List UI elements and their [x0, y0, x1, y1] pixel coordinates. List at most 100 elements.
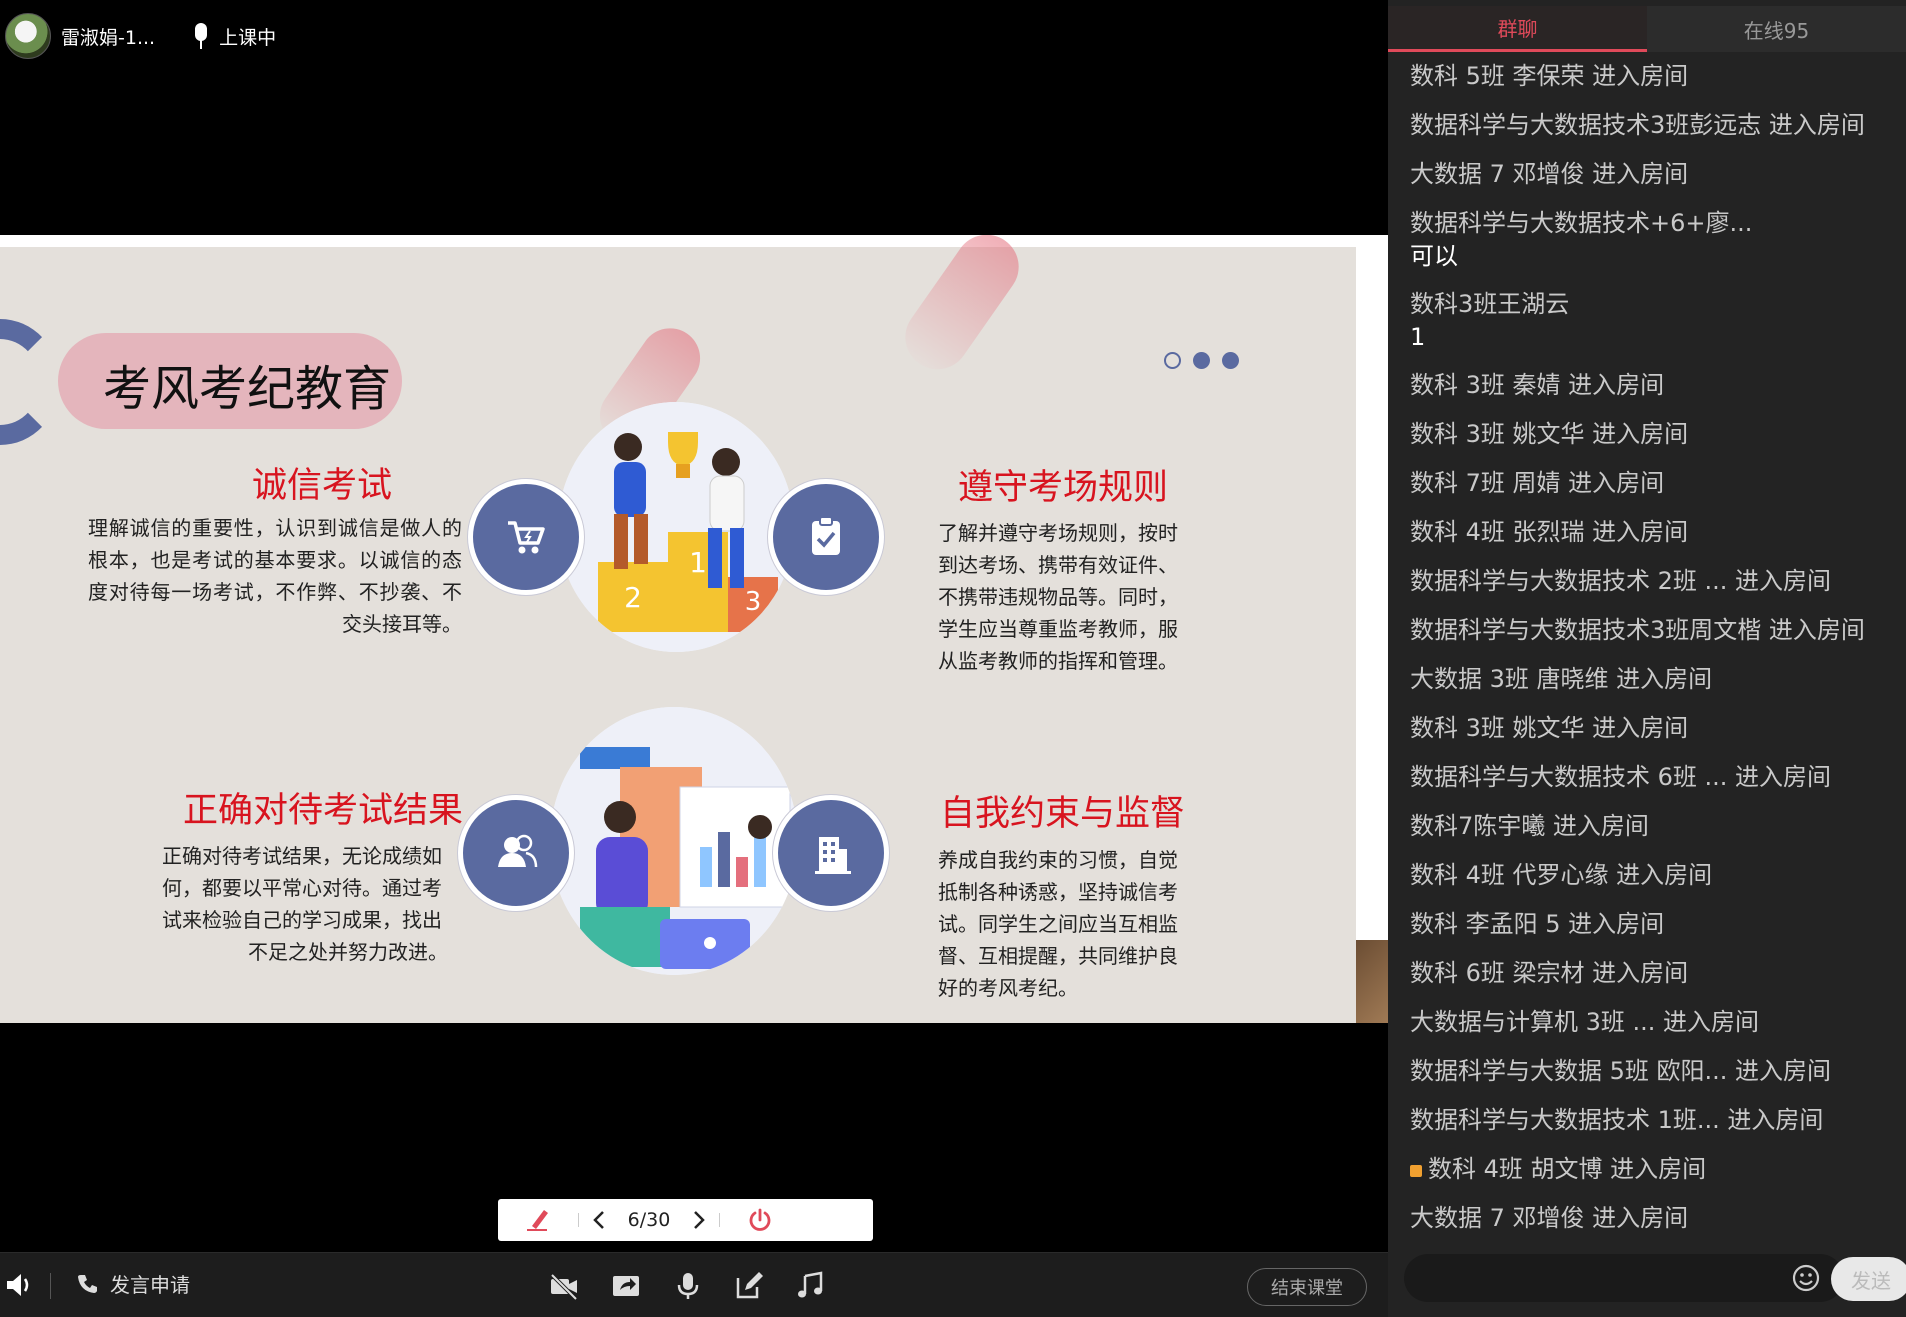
chat-input-row: 发送	[1388, 1250, 1906, 1317]
chat-message: 数科 7班 周婧 进入房间	[1388, 459, 1906, 508]
chat-message: 数科3班王湖云 1	[1388, 280, 1906, 353]
screen-share-icon[interactable]	[610, 1270, 642, 1302]
chat-message: 数据科学与大数据技术3班彭远志 进入房间	[1388, 101, 1906, 150]
chat-message-text: 数科 3班 姚文华 进入房间	[1410, 714, 1689, 742]
chat-message-text: 数科 3班 秦婧 进入房间	[1410, 371, 1665, 399]
chat-message-content: 1	[1410, 323, 1426, 351]
chat-message-text: 数科 5班 李保荣 进入房间	[1410, 62, 1689, 90]
chat-message: 大数据 7 邓增俊 进入房间	[1388, 1194, 1906, 1237]
slide-edge-decoration	[1356, 940, 1388, 1023]
chat-message: 数据科学与大数据 5班 欧阳... 进入房间	[1388, 1047, 1906, 1096]
chat-message-text: 大数据 7 邓增俊 进入房间	[1410, 160, 1689, 188]
title-ring-decoration	[0, 319, 60, 445]
section-body-self-discipline: 养成自我约束的习惯，自觉抵制各种诱惑，坚持诚信考试。同学生之间应当互相监督、互相…	[938, 848, 1178, 1000]
chat-message: 数科 6班 梁宗材 进入房间	[1388, 949, 1906, 998]
chat-message-text: 数据科学与大数据技术3班周文楷 进入房间	[1410, 616, 1865, 644]
divider	[50, 1273, 51, 1299]
microphone-icon	[191, 21, 211, 51]
chat-message: 数科 4班 胡文博 进入房间	[1388, 1145, 1906, 1194]
chat-message-content: 可以	[1410, 242, 1458, 270]
chat-message-text: 数科 7班 周婧 进入房间	[1410, 469, 1665, 497]
building-icon	[773, 795, 889, 911]
camera-off-icon[interactable]	[548, 1270, 580, 1302]
microphone-toggle-icon[interactable]	[672, 1270, 704, 1302]
chat-message: 数据科学与大数据技术3班周文楷 进入房间	[1388, 606, 1906, 655]
chat-message-text: 大数据 7 邓增俊 进入房间	[1410, 1204, 1689, 1232]
chat-message: 大数据 7 邓增俊 进入房间	[1388, 150, 1906, 199]
section-body-integrity: 理解诚信的重要性，认识到诚信是做人的根本，也是考试的基本要求。以诚信的态度对待每…	[88, 516, 462, 636]
chat-tabs: 群聊 在线95	[1388, 6, 1906, 52]
classroom-stage: 雷淑娟-1... 上课中 考风考纪教育 诚信考试 理解诚信的重要性，认识到诚信是…	[0, 0, 1388, 1317]
tab-online[interactable]: 在线95	[1647, 6, 1906, 52]
chat-message-text: 大数据 3班 唐晓维 进入房间	[1410, 665, 1713, 693]
chat-message: 数科 4班 代罗心缘 进入房间	[1388, 851, 1906, 900]
chat-message: 数科 3班 秦婧 进入房间	[1388, 361, 1906, 410]
chat-message-text: 数据科学与大数据技术 6班 ... 进入房间	[1410, 763, 1832, 791]
slide-dots-decoration	[1164, 352, 1239, 369]
chat-message: 数科 3班 姚文华 进入房间	[1388, 410, 1906, 459]
chat-message: 大数据 3班 唐晓维 进入房间	[1388, 655, 1906, 704]
chat-message: 数科7陈宇曦 进入房间	[1388, 802, 1906, 851]
speaker-icon[interactable]	[4, 1270, 34, 1300]
prev-page-button[interactable]	[579, 1199, 619, 1241]
data-analysis-illustration	[550, 707, 798, 975]
svg-text:3: 3	[745, 587, 762, 617]
chat-message: 数科 4班 张烈瑞 进入房间	[1388, 508, 1906, 557]
chat-message-text: 数据科学与大数据技术3班彭远志 进入房间	[1410, 111, 1865, 139]
emoji-icon[interactable]	[1790, 1262, 1822, 1294]
page-indicator: 6/30	[627, 1209, 671, 1231]
power-icon[interactable]	[720, 1199, 800, 1241]
send-button[interactable]: 发送	[1831, 1257, 1906, 1301]
tab-group-chat[interactable]: 群聊	[1388, 6, 1647, 52]
clipboard-check-icon	[768, 479, 884, 595]
chat-message-text: 数科 4班 张烈瑞 进入房间	[1410, 518, 1689, 546]
chat-message-text: 数科7陈宇曦 进入房间	[1410, 812, 1649, 840]
chat-message: 数据科学与大数据技术 2班 ... 进入房间	[1388, 557, 1906, 606]
section-title-rules: 遵守考场规则	[958, 468, 1169, 508]
bottom-control-bar: 发言申请 结束课堂	[0, 1252, 1388, 1317]
user-badge-icon	[1410, 1165, 1422, 1177]
chat-message-text: 数科 6班 梁宗材 进入房间	[1410, 959, 1689, 987]
chat-message-text: 数科 4班 代罗心缘 进入房间	[1410, 861, 1713, 889]
dot	[1193, 352, 1210, 369]
chat-message: 数据科学与大数据技术 6班 ... 进入房间	[1388, 753, 1906, 802]
svg-text:2: 2	[624, 581, 642, 614]
chat-message: 大数据与计算机 3班 ... 进入房间	[1388, 998, 1906, 1047]
shopping-cart-icon	[468, 479, 584, 595]
dot	[1222, 352, 1239, 369]
chat-message-text: 数据科学与大数据 5班 欧阳... 进入房间	[1410, 1057, 1832, 1085]
edit-icon[interactable]	[733, 1270, 765, 1302]
chat-message-list[interactable]: 数科 5班 李保荣 进入房间数据科学与大数据技术3班彭远志 进入房间 大数据 7 …	[1388, 52, 1906, 1237]
chat-message-text: 数据科学与大数据技术+6+廖...	[1410, 209, 1753, 237]
chat-message-text: 大数据与计算机 3班 ... 进入房间	[1410, 1008, 1760, 1036]
chat-panel: 群聊 在线95 数科 5班 李保荣 进入房间数据科学与大数据技术3班彭远志 进入…	[1388, 0, 1906, 1317]
chat-message-text: 数科 4班 胡文博 进入房间	[1428, 1155, 1707, 1183]
section-body-rules: 了解并遵守考场规则，按时到达考场、携带有效证件、不携带违规物品等。同时，学生应当…	[938, 521, 1178, 673]
host-name: 雷淑娟-1...	[61, 26, 156, 49]
pen-icon[interactable]	[498, 1199, 578, 1241]
request-speak-label: 发言申请	[110, 1273, 190, 1297]
request-speak-button[interactable]: 发言申请	[76, 1269, 190, 1298]
chat-input[interactable]	[1404, 1254, 1844, 1302]
chat-message: 数科 5班 李保荣 进入房间	[1388, 52, 1906, 101]
chat-message-text: 数科 3班 姚文华 进入房间	[1410, 420, 1689, 448]
chat-message-text: 数科 李孟阳 5 进入房间	[1410, 910, 1665, 938]
music-icon[interactable]	[793, 1270, 825, 1302]
chat-message: 数据科学与大数据技术+6+廖... 可以	[1388, 199, 1906, 272]
top-bar: 雷淑娟-1... 上课中	[0, 6, 1388, 66]
section-body-results: 正确对待考试结果，无论成绩如何，都要以平常心对待。通过考试来检验自己的学习成果，…	[162, 844, 448, 964]
host-avatar[interactable]	[5, 13, 51, 59]
slide-toolbar: 6/30	[498, 1199, 873, 1241]
celebration-illustration: 2 1 3	[558, 402, 794, 652]
users-icon	[458, 795, 574, 911]
class-status: 上课中	[219, 26, 277, 49]
chat-message-text: 数据科学与大数据技术 2班 ... 进入房间	[1410, 567, 1832, 595]
section-title-self-discipline: 自我约束与监督	[940, 794, 1186, 834]
slide-title: 考风考纪教育	[103, 361, 392, 417]
next-page-button[interactable]	[679, 1199, 719, 1241]
chat-message-text: 数科3班王湖云	[1410, 290, 1570, 318]
chat-message-text: 数据科学与大数据技术 1班... 进入房间	[1410, 1106, 1824, 1134]
phone-icon	[78, 1274, 97, 1293]
end-class-button[interactable]: 结束课堂	[1247, 1268, 1367, 1306]
chat-message: 数据科学与大数据技术 1班... 进入房间	[1388, 1096, 1906, 1145]
